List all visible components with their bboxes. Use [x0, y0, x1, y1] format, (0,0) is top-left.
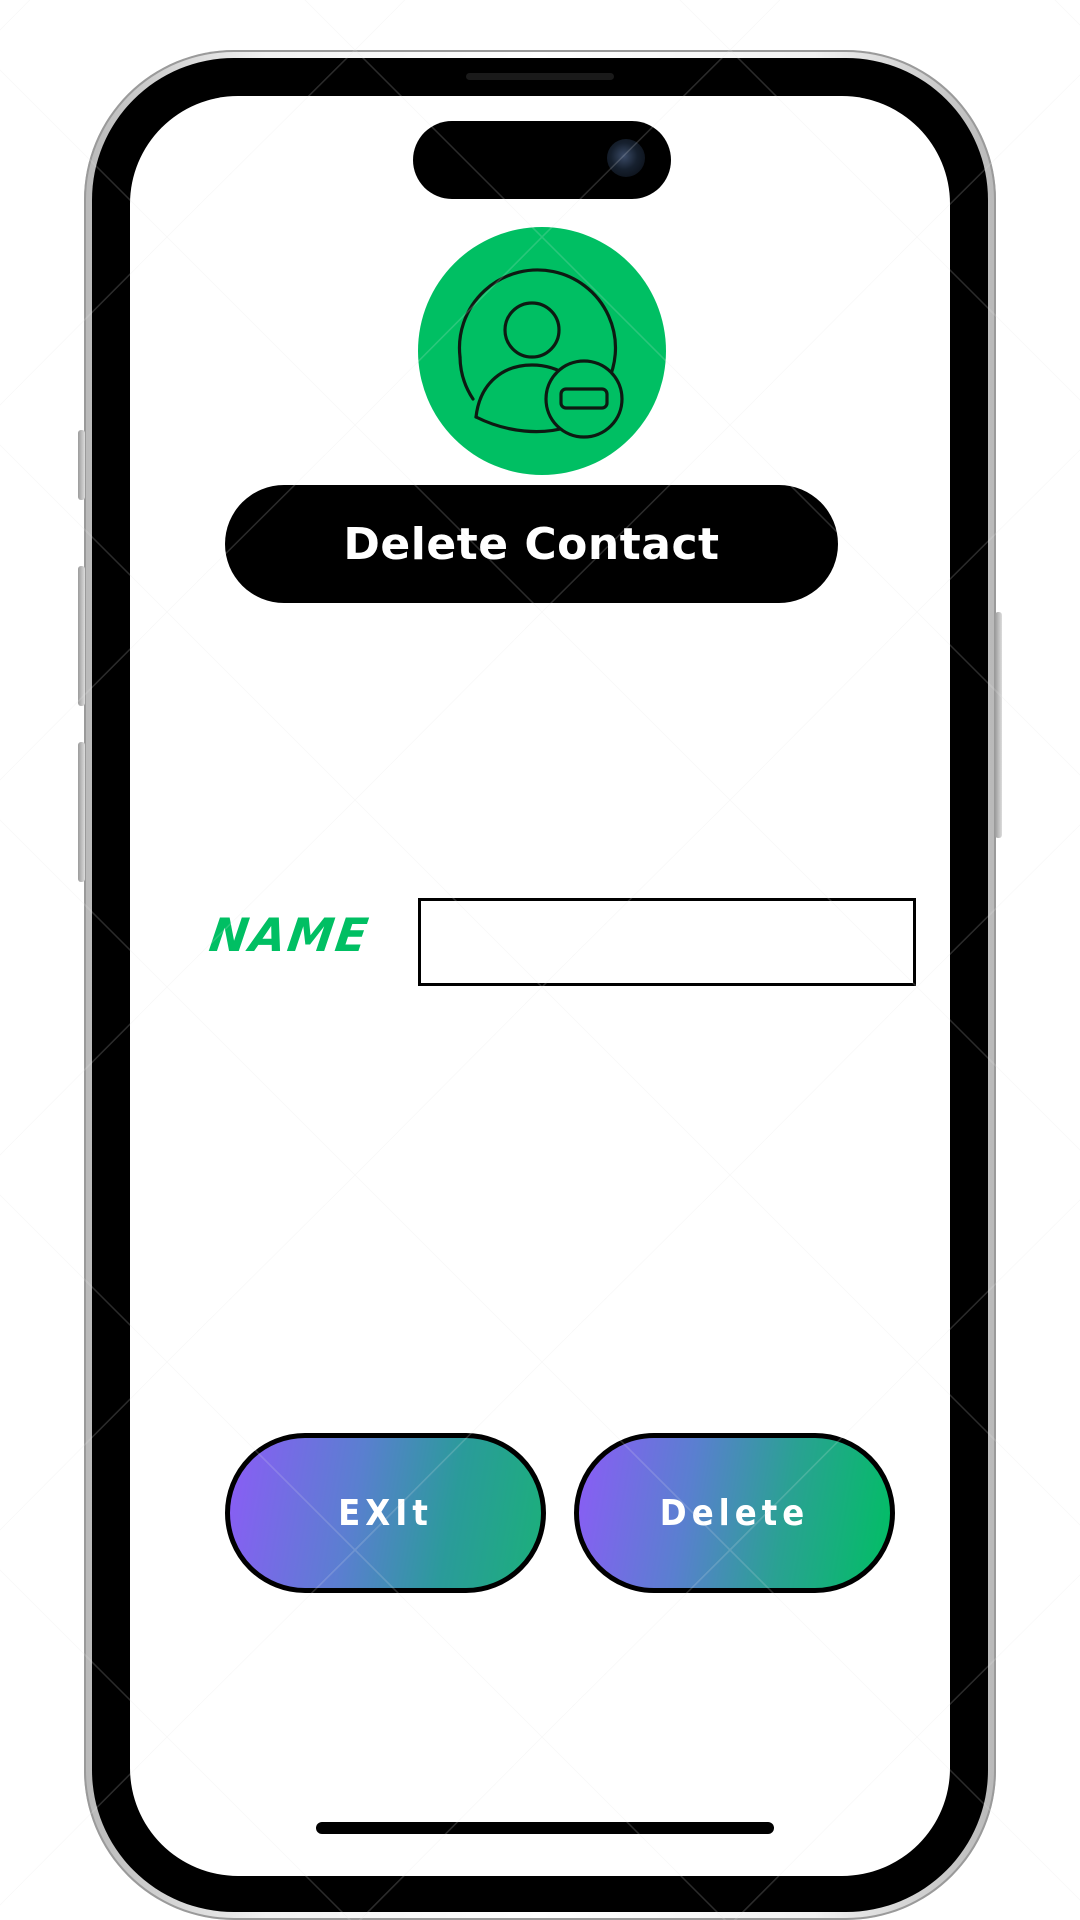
- delete-contact-badge: [418, 227, 666, 475]
- user-minus-icon: [457, 268, 624, 439]
- dynamic-island: [413, 121, 671, 199]
- volume-up-button: [78, 566, 85, 706]
- volume-down-button: [78, 742, 85, 882]
- name-label: NAME: [206, 908, 374, 962]
- home-indicator[interactable]: [316, 1822, 774, 1834]
- action-button: [78, 430, 85, 500]
- camera-icon: [607, 139, 645, 177]
- power-button: [995, 612, 1002, 838]
- name-input[interactable]: [418, 898, 916, 986]
- exit-button-label: EXIt: [338, 1492, 433, 1534]
- page-title: Delete Contact: [343, 518, 720, 570]
- delete-button-label: Delete: [659, 1492, 810, 1534]
- page-title-pill: Delete Contact: [225, 485, 838, 603]
- exit-button[interactable]: EXIt: [225, 1433, 546, 1593]
- speaker-grille: [466, 73, 614, 80]
- stage: Delete Contact NAME EXIt Delete: [0, 0, 1080, 1920]
- delete-button[interactable]: Delete: [574, 1433, 895, 1593]
